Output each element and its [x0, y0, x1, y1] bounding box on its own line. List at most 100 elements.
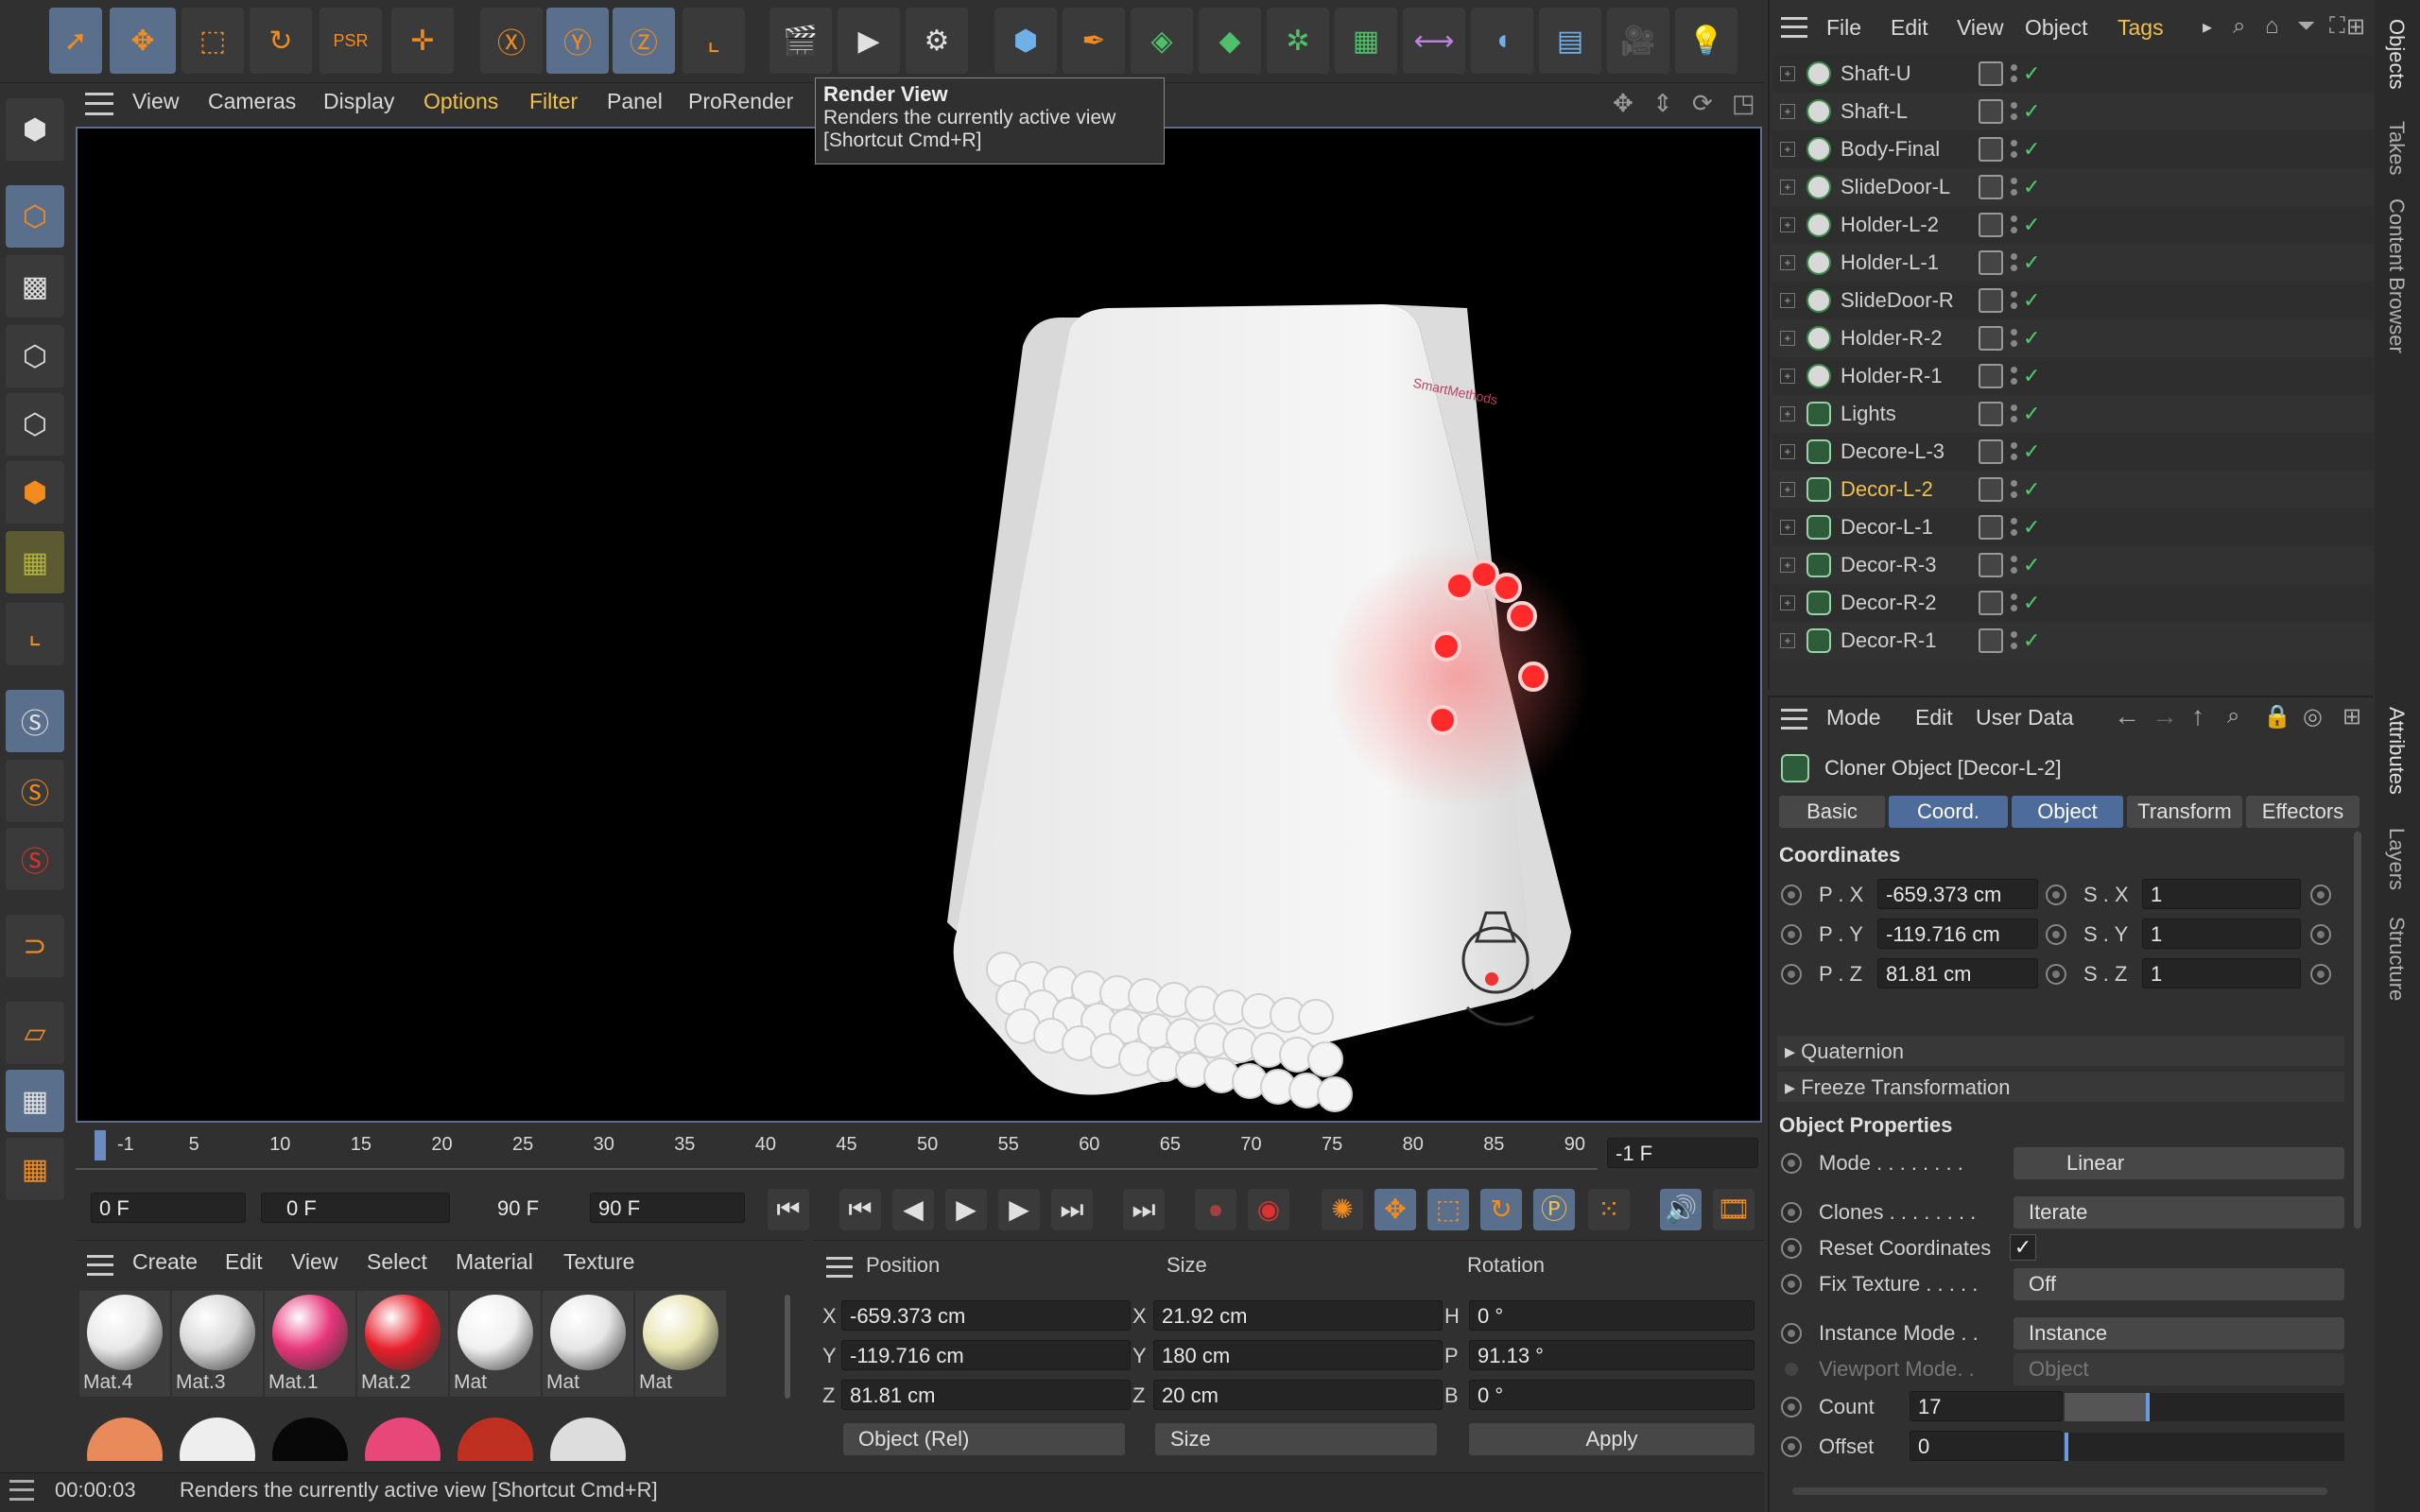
viewport-nav-zoom-icon[interactable]: ⇕	[1652, 89, 1673, 118]
object-row[interactable]: + Decor-R-1 ✓	[1772, 622, 2373, 660]
point-mode-icon[interactable]: ⬡	[6, 325, 64, 387]
enabled-check-icon[interactable]: ✓	[2023, 591, 2040, 615]
enabled-check-icon[interactable]: ✓	[2023, 213, 2040, 237]
clones-dropdown[interactable]: Iterate	[2014, 1196, 2344, 1228]
expand-icon[interactable]: +	[1780, 520, 1795, 535]
visibility-dots-icon[interactable]	[2009, 61, 2018, 86]
sx-field[interactable]: 1	[2142, 879, 2301, 909]
coord-mode-dropdown[interactable]: Object (Rel)	[843, 1423, 1125, 1455]
material-swatch[interactable]: Mat	[635, 1291, 726, 1397]
enabled-check-icon[interactable]: ✓	[2023, 364, 2040, 388]
object-name[interactable]: Shaft-U	[1841, 61, 1911, 86]
sx-anim-radio[interactable]	[2046, 885, 2066, 905]
texture-mode-icon[interactable]: ▩	[6, 255, 64, 318]
viewport-menu-prorender[interactable]: ProRender	[688, 89, 793, 114]
object-row[interactable]: + Decor-R-3 ✓	[1772, 546, 2373, 584]
object-name[interactable]: Decor-R-1	[1841, 628, 1936, 653]
expand-icon[interactable]: +	[1780, 482, 1795, 497]
attr-menu-mode[interactable]: Mode	[1826, 705, 1881, 730]
attr-search-icon[interactable]: ⌕	[2227, 703, 2239, 730]
enabled-check-icon[interactable]: ✓	[2023, 439, 2040, 464]
coord-position-y[interactable]: -119.716 cm	[841, 1340, 1131, 1370]
viewport-nav-rotate-icon[interactable]: ⟳	[1692, 89, 1713, 118]
coord-apply-button[interactable]: Apply	[1469, 1423, 1754, 1455]
material-menu-select[interactable]: Select	[367, 1249, 427, 1275]
enabled-check-icon[interactable]: ✓	[2023, 402, 2040, 426]
extrude-icon[interactable]: ◆	[1199, 8, 1261, 74]
object-name[interactable]: SlideDoor-L	[1841, 175, 1950, 199]
viewport-nav-maximize-icon[interactable]: ◳	[1732, 89, 1755, 118]
coord-size-z[interactable]: 20 cm	[1153, 1380, 1443, 1410]
locked-workplane-icon[interactable]: ▦	[6, 1070, 64, 1132]
coord-size-mode-dropdown[interactable]: Size	[1155, 1423, 1437, 1455]
object-row[interactable]: + Decore-L-3 ✓	[1772, 433, 2373, 471]
layer-visibility-icon[interactable]	[1979, 477, 2003, 502]
object-search-icon[interactable]: ⌕	[2233, 13, 2245, 40]
enabled-check-icon[interactable]: ✓	[2023, 137, 2040, 162]
object-name[interactable]: Decor-L-1	[1841, 515, 1933, 540]
psr-icon[interactable]: PSR	[320, 8, 382, 74]
goto-end-icon[interactable]: ⏭	[1123, 1189, 1165, 1230]
object-row[interactable]: + Holder-L-1 ✓	[1772, 244, 2373, 282]
object-row[interactable]: + Body-Final ✓	[1772, 130, 2373, 168]
object-name[interactable]: Lights	[1841, 402, 1896, 426]
key-settings-icon[interactable]: ✺	[1322, 1189, 1363, 1230]
object-name[interactable]: Shaft-L	[1841, 99, 1908, 124]
object-name[interactable]: Decor-R-3	[1841, 553, 1936, 577]
layer-visibility-icon[interactable]	[1979, 326, 2003, 351]
fix-dropdown[interactable]: Off	[2014, 1268, 2344, 1300]
timeline-playhead[interactable]	[95, 1130, 106, 1160]
viewport-nav-move-icon[interactable]: ✥	[1613, 89, 1634, 118]
cube-primitive-icon[interactable]: ⬢	[994, 8, 1057, 74]
mode-dropdown[interactable]: Linear	[2014, 1147, 2344, 1179]
object-row[interactable]: + Shaft-U ✓	[1772, 55, 2373, 93]
auto-key-icon[interactable]: ◉	[1248, 1189, 1289, 1230]
visibility-dots-icon[interactable]	[2009, 515, 2018, 540]
object-menu-object[interactable]: Object	[2025, 15, 2087, 41]
play-icon[interactable]: ▶	[945, 1189, 987, 1230]
x-axis-icon[interactable]: Ⓧ	[480, 8, 543, 74]
expand-icon[interactable]: +	[1780, 180, 1795, 195]
z-axis-icon[interactable]: Ⓩ	[613, 8, 675, 74]
count-anim-radio[interactable]	[1781, 1397, 1802, 1418]
enabled-check-icon[interactable]: ✓	[2023, 288, 2040, 313]
layer-visibility-icon[interactable]	[1979, 439, 2003, 464]
key-position-icon[interactable]: ✥	[1374, 1189, 1416, 1230]
pz-anim-radio[interactable]	[1781, 964, 1802, 985]
mode-anim-radio[interactable]	[1781, 1153, 1802, 1174]
expand-icon[interactable]: +	[1780, 595, 1795, 610]
film-icon[interactable]: 🎞	[1713, 1189, 1754, 1230]
material-swatch[interactable]: Mat.1	[265, 1291, 355, 1397]
workplane-icon[interactable]: ▱	[6, 1002, 64, 1064]
clones-anim-radio[interactable]	[1781, 1202, 1802, 1223]
y-axis-icon[interactable]: Ⓨ	[546, 8, 609, 74]
attr-up-icon[interactable]: ↑	[2191, 701, 2204, 731]
enabled-check-icon[interactable]: ✓	[2023, 61, 2040, 86]
reset-checkbox[interactable]: ✓	[2010, 1234, 2036, 1261]
viewport-menu-panel[interactable]: Panel	[607, 89, 663, 114]
object-name[interactable]: Decor-R-2	[1841, 591, 1936, 615]
attr-back-icon[interactable]: ←	[2114, 701, 2140, 731]
viewport-menu-cameras[interactable]: Cameras	[208, 89, 296, 114]
layer-visibility-icon[interactable]	[1979, 137, 2003, 162]
viewport-menu-filter[interactable]: Filter	[529, 89, 578, 114]
goto-start-icon[interactable]: ⏮	[768, 1189, 809, 1230]
layer-visibility-icon[interactable]	[1979, 553, 2003, 577]
material-swatch[interactable]: Mat	[450, 1291, 541, 1397]
layer-visibility-icon[interactable]	[1979, 402, 2003, 426]
attr-target-icon[interactable]: ◎	[2303, 703, 2323, 730]
layer-visibility-icon[interactable]	[1979, 515, 2003, 540]
object-menu-file[interactable]: File	[1826, 15, 1861, 41]
key-pla-icon[interactable]: ⁙	[1588, 1189, 1630, 1230]
attr-menu-icon[interactable]	[1781, 709, 1807, 730]
visibility-dots-icon[interactable]	[2009, 213, 2018, 237]
object-menu-more-icon[interactable]: ▸	[2203, 15, 2212, 39]
make-editable-icon[interactable]: ⬢	[6, 98, 64, 161]
status-menu-icon[interactable]	[9, 1480, 34, 1501]
object-name[interactable]: Decore-L-3	[1841, 439, 1945, 464]
cloner-icon[interactable]: ✲	[1267, 8, 1329, 74]
px-anim-radio[interactable]	[1781, 885, 1802, 905]
expand-icon[interactable]: +	[1780, 406, 1795, 421]
viewport-menu-display[interactable]: Display	[323, 89, 394, 114]
live-selection-icon[interactable]: ➚	[49, 8, 102, 74]
